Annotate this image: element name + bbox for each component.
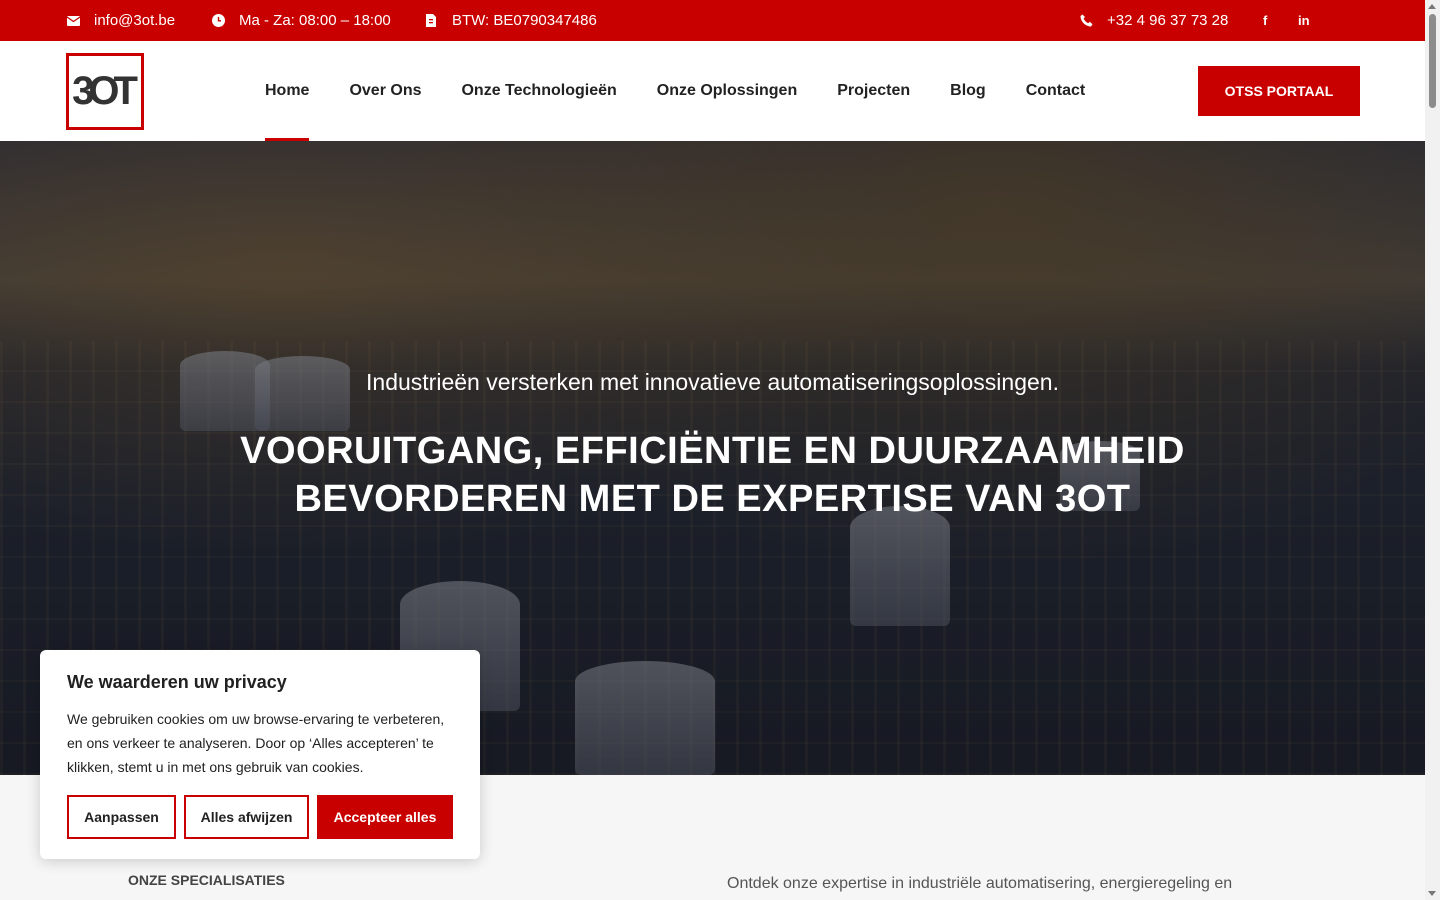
vat-number: BTW: BE0790347486 [424,0,597,41]
email-text: info@3ot.be [94,12,176,29]
clock-icon [211,14,225,28]
specialisations-label: ONZE SPECIALISATIES [128,872,285,888]
cookie-title: We waarderen uw privacy [67,672,287,692]
nav-contact[interactable]: Contact [1026,41,1086,141]
cookie-buttons: Aanpassen Alles afwijzen Accepteer alles [67,795,453,839]
hero-title: VOORUITGANG, EFFICIËNTIE EN DUURZAAMHEID… [0,427,1425,523]
otss-portal-button[interactable]: OTSS PORTAAL [1198,66,1360,116]
scroll-up-arrow[interactable] [1428,4,1436,9]
hero-title-line1: VOORUITGANG, EFFICIËNTIE EN DUURZAAMHEID [240,430,1185,472]
main-nav: Home Over Ons Onze Technologieën Onze Op… [265,41,1125,141]
accept-all-button[interactable]: Accepteer alles [317,795,453,839]
linkedin-icon[interactable]: in [1298,0,1310,41]
cookie-text: We gebruiken cookies om uw browse-ervari… [67,711,445,775]
nav-onze-oplossingen[interactable]: Onze Oplossingen [657,41,797,141]
vat-text: BTW: BE0790347486 [452,12,597,29]
email-contact[interactable]: info@3ot.be [66,0,175,41]
nav-home[interactable]: Home [265,41,310,141]
hero-subtitle: Industrieën versterken met innovatieve a… [366,369,1059,395]
reject-all-button[interactable]: Alles afwijzen [184,795,309,839]
phone-contact[interactable]: +32 4 96 37 73 28 [1079,0,1228,41]
envelope-icon [66,14,80,28]
nav-blog[interactable]: Blog [950,41,986,141]
facebook-icon[interactable]: f [1263,0,1267,41]
page-scrollbar[interactable] [1425,0,1440,900]
scroll-down-arrow[interactable] [1428,891,1436,896]
nav-onze-technologieen[interactable]: Onze Technologieën [461,41,616,141]
logo-text: 3OT [72,69,138,113]
company-logo[interactable]: 3OT [66,53,144,130]
hero-title-line2: BEVORDEREN MET DE EXPERTISE VAN 3OT [294,478,1131,520]
cookie-consent-banner: We waarderen uw privacy We gebruiken coo… [40,650,480,859]
hours-text: Ma - Za: 08:00 – 18:00 [239,12,391,29]
phone-text: +32 4 96 37 73 28 [1107,12,1229,29]
main-header: 3OT Home Over Ons Onze Technologieën Onz… [0,41,1425,141]
customize-button[interactable]: Aanpassen [67,795,176,839]
opening-hours: Ma - Za: 08:00 – 18:00 [211,0,391,41]
nav-over-ons[interactable]: Over Ons [349,41,421,141]
top-bar: info@3ot.be Ma - Za: 08:00 – 18:00 BTW: … [0,0,1425,41]
nav-projecten[interactable]: Projecten [837,41,910,141]
phone-icon [1079,14,1093,28]
scrollbar-thumb[interactable] [1429,14,1436,108]
section-intro: Ontdek onze expertise in industriële aut… [727,875,1233,892]
file-invoice-icon [424,14,438,28]
